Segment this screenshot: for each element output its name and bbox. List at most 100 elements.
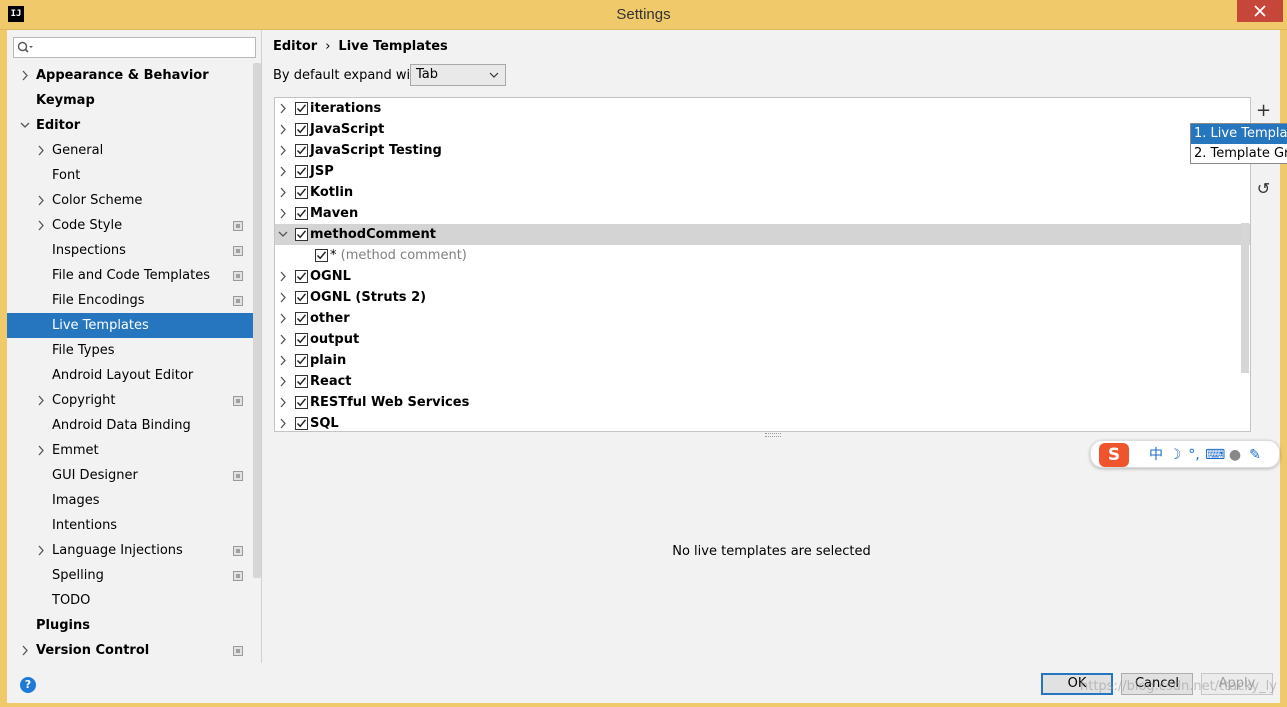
sidebar-scrollbar[interactable]: [253, 63, 261, 578]
chevron-right-icon[interactable]: [19, 63, 31, 88]
ime-language-toggle[interactable]: 中: [1147, 446, 1165, 464]
template-checkbox[interactable]: [295, 417, 308, 430]
chevron-right-icon[interactable]: [278, 371, 288, 392]
chevron-right-icon[interactable]: [35, 438, 47, 463]
template-checkbox[interactable]: [315, 249, 328, 262]
chevron-right-icon[interactable]: [35, 213, 47, 238]
sidebar-item-keymap[interactable]: Keymap: [7, 88, 253, 113]
chevron-right-icon[interactable]: [278, 329, 288, 350]
chevron-right-icon[interactable]: [278, 287, 288, 308]
sidebar-item-file-types[interactable]: File Types: [7, 338, 253, 363]
template-checkbox[interactable]: [295, 375, 308, 388]
template-checkbox[interactable]: [295, 396, 308, 409]
chevron-right-icon[interactable]: [278, 413, 288, 432]
settings-search[interactable]: [13, 37, 256, 58]
moon-icon[interactable]: ☽: [1167, 446, 1183, 464]
template-group[interactable]: Maven: [275, 203, 1250, 224]
template-checkbox[interactable]: [295, 291, 308, 304]
chevron-right-icon[interactable]: [278, 182, 288, 203]
template-group[interactable]: JavaScript Testing: [275, 140, 1250, 161]
add-button[interactable]: +: [1251, 99, 1276, 123]
sidebar-item-copyright[interactable]: Copyright: [7, 388, 253, 413]
sidebar-item-font[interactable]: Font: [7, 163, 253, 188]
sidebar-item-intentions[interactable]: Intentions: [7, 513, 253, 538]
sidebar-item-live-templates[interactable]: Live Templates: [7, 313, 253, 338]
sidebar-item-android-layout-editor[interactable]: Android Layout Editor: [7, 363, 253, 388]
menu-item-template-group[interactable]: 2. Template Group...: [1191, 144, 1287, 163]
sidebar-item-file-encodings[interactable]: File Encodings: [7, 288, 253, 313]
sidebar-item-file-and-code-templates[interactable]: File and Code Templates: [7, 263, 253, 288]
sidebar-item-images[interactable]: Images: [7, 488, 253, 513]
sidebar-item-spelling[interactable]: Spelling: [7, 563, 253, 588]
wrench-icon[interactable]: ✎: [1246, 446, 1264, 464]
sidebar-item-general[interactable]: General: [7, 138, 253, 163]
template-checkbox[interactable]: [295, 270, 308, 283]
user-icon[interactable]: ●: [1227, 446, 1243, 464]
sidebar-item-todo[interactable]: TODO: [7, 588, 253, 613]
chevron-right-icon[interactable]: [19, 638, 31, 663]
chevron-right-icon[interactable]: [278, 98, 288, 119]
chevron-right-icon[interactable]: [278, 140, 288, 161]
menu-item-live-template[interactable]: 1. Live Template: [1191, 124, 1287, 144]
template-group[interactable]: methodComment: [275, 224, 1250, 245]
template-item[interactable]: * (method comment): [275, 245, 1250, 266]
template-group[interactable]: JSP: [275, 161, 1250, 182]
chevron-right-icon[interactable]: [278, 266, 288, 287]
sidebar-item-version-control[interactable]: Version Control: [7, 638, 253, 663]
template-checkbox[interactable]: [295, 312, 308, 325]
template-group[interactable]: plain: [275, 350, 1250, 371]
chevron-right-icon[interactable]: [278, 308, 288, 329]
template-checkbox[interactable]: [295, 207, 308, 220]
sidebar-item-gui-designer[interactable]: GUI Designer: [7, 463, 253, 488]
template-checkbox[interactable]: [295, 102, 308, 115]
ime-logo[interactable]: S: [1099, 443, 1129, 467]
template-group[interactable]: RESTful Web Services: [275, 392, 1250, 413]
template-group[interactable]: SQL: [275, 413, 1250, 432]
expand-with-select[interactable]: Tab: [410, 64, 506, 86]
template-checkbox[interactable]: [295, 123, 308, 136]
template-group[interactable]: output: [275, 329, 1250, 350]
sidebar-item-editor[interactable]: Editor: [7, 113, 253, 138]
chevron-right-icon[interactable]: [278, 392, 288, 413]
template-checkbox[interactable]: [295, 228, 308, 241]
template-checkbox[interactable]: [295, 186, 308, 199]
template-group[interactable]: OGNL (Struts 2): [275, 287, 1250, 308]
template-checkbox[interactable]: [295, 144, 308, 157]
template-checkbox[interactable]: [295, 354, 308, 367]
chevron-right-icon[interactable]: [35, 188, 47, 213]
chevron-right-icon[interactable]: [278, 350, 288, 371]
chevron-right-icon[interactable]: [35, 388, 47, 413]
sidebar-item-color-scheme[interactable]: Color Scheme: [7, 188, 253, 213]
close-button[interactable]: [1237, 0, 1283, 22]
template-group[interactable]: JavaScript: [275, 119, 1250, 140]
chevron-right-icon[interactable]: [35, 138, 47, 163]
chevron-down-icon[interactable]: [19, 113, 31, 138]
template-checkbox[interactable]: [295, 165, 308, 178]
template-group[interactable]: Kotlin: [275, 182, 1250, 203]
template-group[interactable]: iterations: [275, 98, 1250, 119]
sidebar-item-language-injections[interactable]: Language Injections: [7, 538, 253, 563]
chevron-right-icon[interactable]: [35, 538, 47, 563]
punctuation-icon[interactable]: °,: [1186, 446, 1202, 464]
chevron-right-icon[interactable]: [278, 161, 288, 182]
sidebar-item-label: Keymap: [36, 93, 95, 108]
splitter-handle[interactable]: [765, 433, 781, 437]
help-button[interactable]: ?: [20, 677, 36, 693]
chevron-down-icon[interactable]: [278, 224, 288, 245]
search-input[interactable]: [36, 39, 251, 56]
chevron-right-icon[interactable]: [278, 119, 288, 140]
sidebar-item-emmet[interactable]: Emmet: [7, 438, 253, 463]
template-group[interactable]: OGNL: [275, 266, 1250, 287]
template-group[interactable]: other: [275, 308, 1250, 329]
template-group[interactable]: React: [275, 371, 1250, 392]
template-checkbox[interactable]: [295, 333, 308, 346]
sidebar-item-inspections[interactable]: Inspections: [7, 238, 253, 263]
sidebar-item-plugins[interactable]: Plugins: [7, 613, 253, 638]
restore-defaults-button[interactable]: ↺: [1251, 177, 1276, 201]
templates-scrollbar[interactable]: [1241, 223, 1249, 373]
keyboard-icon[interactable]: ⌨: [1205, 446, 1225, 464]
chevron-right-icon[interactable]: [278, 203, 288, 224]
sidebar-item-appearance-behavior[interactable]: Appearance & Behavior: [7, 63, 253, 88]
sidebar-item-android-data-binding[interactable]: Android Data Binding: [7, 413, 253, 438]
sidebar-item-code-style[interactable]: Code Style: [7, 213, 253, 238]
